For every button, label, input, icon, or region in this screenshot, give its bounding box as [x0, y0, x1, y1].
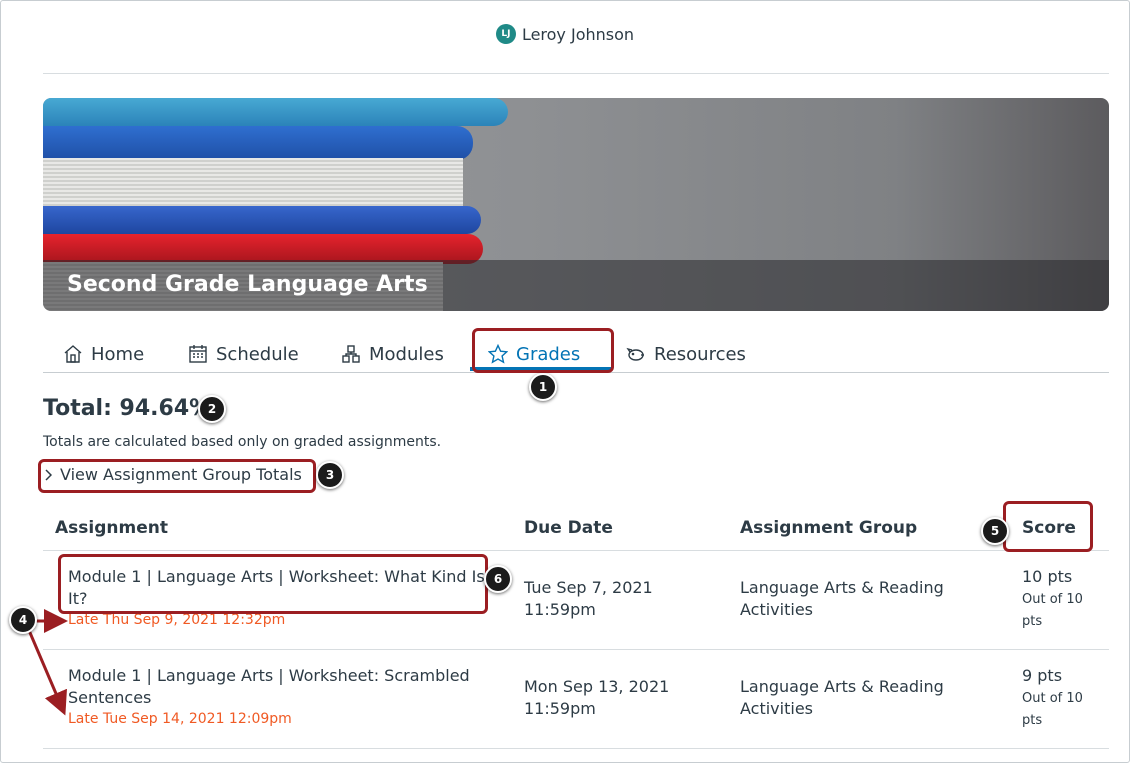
- user-name: Leroy Johnson: [521, 24, 635, 44]
- home-icon: [64, 345, 82, 363]
- highlight-grades-tab: [472, 328, 614, 373]
- assignment-group: Language Arts & Reading Activities: [740, 578, 944, 619]
- user-header: LJ Leroy Johnson: [0, 24, 1130, 44]
- score-value: 9 pts: [1022, 666, 1063, 685]
- due-date: Mon Sep 13, 2021 11:59pm: [524, 677, 670, 718]
- score-out-of: Out of 10 pts: [1022, 592, 1083, 629]
- modules-icon: [342, 345, 360, 363]
- callout-badge-2: 2: [198, 395, 226, 423]
- book-image-part: [43, 126, 473, 160]
- assignment-group: Language Arts & Reading Activities: [740, 677, 944, 718]
- tab-modules-label: Modules: [369, 343, 444, 365]
- book-image-part: [43, 206, 481, 234]
- header-assignment[interactable]: Assignment: [55, 518, 168, 538]
- callout-badge-4: 4: [9, 606, 37, 634]
- late-status: Late Tue Sep 14, 2021 12:09pm: [68, 711, 292, 727]
- late-status: Late Thu Sep 9, 2021 12:32pm: [68, 612, 286, 628]
- user-avatar: LJ: [495, 24, 516, 44]
- row-divider: [43, 748, 1109, 749]
- totals-note: Totals are calculated based only on grad…: [43, 434, 442, 450]
- header-due-date[interactable]: Due Date: [524, 518, 613, 538]
- tab-schedule-label: Schedule: [216, 343, 299, 365]
- tab-home-label: Home: [91, 343, 145, 365]
- callout-badge-6: 6: [484, 565, 512, 593]
- callout-badge-1: 1: [529, 373, 557, 401]
- piggy-bank-icon: [626, 347, 644, 361]
- tab-resources-label: Resources: [654, 343, 746, 365]
- course-hero-image: Second Grade Language Arts: [43, 98, 1109, 311]
- book-image-part: [43, 98, 508, 126]
- course-title: Second Grade Language Arts: [67, 272, 428, 297]
- callout-badge-5: 5: [981, 517, 1009, 545]
- due-date: Tue Sep 7, 2021 11:59pm: [524, 578, 653, 619]
- tab-resources[interactable]: Resources: [626, 336, 746, 372]
- row-divider: [43, 649, 1109, 650]
- highlight-score-header: [1003, 501, 1093, 552]
- score-out-of: Out of 10 pts: [1022, 691, 1083, 728]
- total-grade: Total: 94.64%: [43, 396, 212, 421]
- callout-badge-3: 3: [316, 461, 344, 489]
- assignment-link[interactable]: Module 1 | Language Arts | Worksheet: Sc…: [68, 665, 488, 709]
- book-image-part: [43, 158, 463, 208]
- tab-home[interactable]: Home: [63, 336, 144, 372]
- row-divider: [43, 550, 1109, 551]
- header-divider: [43, 73, 1109, 74]
- tab-schedule[interactable]: Schedule: [188, 336, 299, 372]
- calendar-icon: [189, 345, 207, 363]
- score-value: 10 pts: [1022, 567, 1073, 586]
- header-assignment-group[interactable]: Assignment Group: [740, 518, 917, 538]
- tab-modules[interactable]: Modules: [341, 336, 444, 372]
- highlight-view-group-totals: [38, 459, 316, 493]
- highlight-assignment-link: [58, 554, 488, 614]
